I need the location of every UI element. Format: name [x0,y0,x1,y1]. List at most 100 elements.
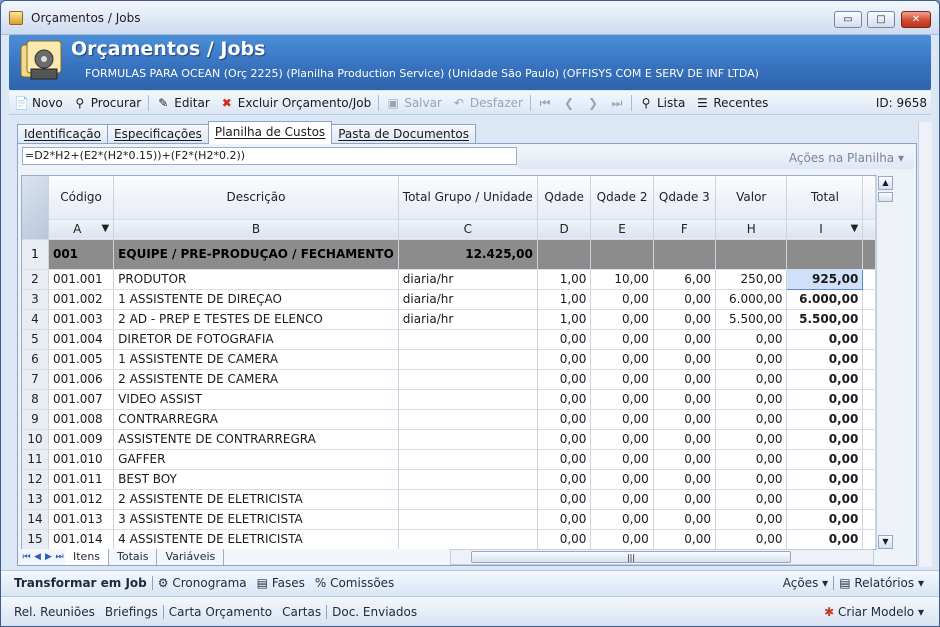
cell-unidade[interactable] [398,349,538,370]
cell-qdade[interactable]: 0,00 [537,349,592,370]
row-number[interactable]: 10 [22,429,49,450]
cell-empty[interactable] [862,429,876,450]
col-letter-d[interactable]: D [537,219,592,240]
cell-total[interactable]: 0,00 [786,469,864,490]
cell-codigo[interactable]: 001.013 [48,509,115,530]
recentes-button[interactable]: ☰ Recentes [690,92,773,114]
cell-descricao[interactable]: CONTRARREGRA [113,409,399,430]
cell-codigo[interactable]: 001 [48,239,115,270]
cell-descricao[interactable]: 2 AD - PREP E TESTES DE ELENCO [113,309,399,330]
row-number[interactable]: 15 [22,529,49,549]
col-letter-e[interactable]: E [590,219,654,240]
col-header-qdade3[interactable]: Qdade 3 [653,176,717,220]
table-row[interactable]: 13 001.012 2 ASSISTENTE DE ELETRICISTA 0,00… [22,489,876,510]
cell-unidade[interactable] [398,409,538,430]
cell-qdade2[interactable]: 10,00 [590,269,654,290]
cell-empty[interactable] [862,389,876,410]
cronograma-link[interactable]: ⚙ Cronograma [153,576,252,590]
cell-total-grupo[interactable]: 12.425,00 [398,239,538,270]
novo-button[interactable]: 📄 Novo [9,92,68,114]
cell-qdade2[interactable]: 0,00 [590,469,654,490]
cell-qdade[interactable]: 0,00 [537,329,592,350]
cartas-link[interactable]: Cartas [277,605,326,619]
cell-qdade3[interactable]: 0,00 [653,489,717,510]
col-letter-b[interactable]: B [113,219,399,240]
table-row[interactable]: 6 001.005 1 ASSISTENTE DE CAMERA 0,00 0,00 0,… [22,349,876,370]
cell-empty[interactable] [537,239,592,270]
row-number[interactable]: 11 [22,449,49,470]
first-record-button[interactable]: ⏮ [533,92,557,114]
tab-planilha-de-custos[interactable]: Planilha de Custos [207,121,333,144]
table-row[interactable]: 11 001.010 GAFFER 0,00 0,00 0,00 0,00 0,00 [22,449,876,470]
last-record-button[interactable]: ⏭ [605,92,629,114]
cell-qdade2[interactable]: 0,00 [590,389,654,410]
cell-qdade3[interactable]: 0,00 [653,469,717,490]
row-number[interactable]: 9 [22,409,49,430]
carta-orcamento-link[interactable]: Carta Orçamento [164,605,277,619]
cell-empty[interactable] [862,529,876,549]
cell-qdade3[interactable]: 0,00 [653,289,717,310]
cell-qdade3[interactable]: 0,00 [653,329,717,350]
cell-unidade[interactable] [398,329,538,350]
cell-empty[interactable] [862,409,876,430]
table-row[interactable]: 2 001.001 PRODUTOR diaria/hr 1,00 10,00 6,00 25… [22,268,876,290]
procurar-button[interactable]: ⚲ Procurar [68,92,146,114]
cell-qdade[interactable]: 0,00 [537,469,592,490]
desfazer-button[interactable]: ↶ Desfazer [447,92,528,114]
formula-bar[interactable]: =D2*H2+(E2*(H2*0.15))+(F2*(H2*0.2)) [22,147,517,165]
cell-qdade2[interactable]: 0,00 [590,309,654,330]
cell-valor[interactable]: 0,00 [715,369,788,390]
cell-codigo[interactable]: 001.008 [48,409,115,430]
row-number[interactable]: 1 [22,239,49,270]
row-number[interactable]: 4 [22,309,49,330]
cell-total[interactable]: 6.000,00 [786,289,864,310]
table-row[interactable]: 10 001.009 ASSISTENTE DE CONTRARREGRA 0,00 0… [22,429,876,450]
cell-total[interactable]: 0,00 [786,369,864,390]
cell-empty[interactable] [786,239,864,270]
scroll-down-icon[interactable]: ▼ [878,535,893,549]
col-header-total-grupo[interactable]: Total Grupo / Unidade [398,176,538,220]
cell-qdade[interactable]: 0,00 [537,449,592,470]
table-row[interactable]: 3 001.002 1 ASSISTENTE DE DIREÇAO diaria/hr… [22,289,876,310]
cell-unidade[interactable] [398,449,538,470]
sheet-tab-totais[interactable]: Totais [109,549,158,565]
cell-codigo[interactable]: 001.010 [48,449,115,470]
cell-qdade2[interactable]: 0,00 [590,529,654,549]
fases-link[interactable]: ▤ Fases [252,576,310,590]
spreadsheet-grid[interactable]: Código Descrição Total Grupo / Unidade Q… [21,175,877,550]
briefings-link[interactable]: Briefings [100,605,163,619]
cell-unidade[interactable] [398,469,538,490]
cell-qdade[interactable]: 1,00 [537,289,592,310]
cell-descricao[interactable]: 1 ASSISTENTE DE CAMERA [113,349,399,370]
cell-total[interactable]: 0,00 [786,449,864,470]
tab-pasta-de-documentos[interactable]: Pasta de Documentos [331,124,476,144]
cell-qdade2[interactable]: 0,00 [590,329,654,350]
cell-total[interactable]: 0,00 [786,429,864,450]
table-row[interactable]: 15 001.014 4 ASSISTENTE DE ELETRICISTA 0,00… [22,529,876,549]
cell-descricao[interactable]: VIDEO ASSIST [113,389,399,410]
hscroll-thumb[interactable]: ||| [471,551,791,563]
cell-empty[interactable] [862,309,876,330]
last-sheet-icon[interactable]: ⏭ [54,552,65,562]
cell-codigo[interactable]: 001.014 [48,529,115,549]
col-letter-f[interactable]: F [653,219,717,240]
transformar-em-job-link[interactable]: Transformar em Job [9,576,152,590]
cell-total[interactable]: 0,00 [786,329,864,350]
cell-descricao[interactable]: DIRETOR DE FOTOGRAFIA [113,329,399,350]
row-number[interactable]: 5 [22,329,49,350]
cell-total[interactable]: 0,00 [786,489,864,510]
cell-qdade[interactable]: 0,00 [537,369,592,390]
cell-unidade[interactable]: diaria/hr [398,289,538,310]
cell-descricao[interactable]: EQUIPE / PRE-PRODUÇAO / FECHAMENTO [113,239,399,270]
cell-unidade[interactable] [398,489,538,510]
cell-qdade[interactable]: 0,00 [537,389,592,410]
col-letter-a[interactable]: A ▼ [48,219,115,240]
cell-empty[interactable] [715,239,788,270]
cell-qdade3[interactable]: 6,00 [653,269,717,290]
next-record-button[interactable]: ❯ [581,92,605,114]
cell-qdade3[interactable]: 0,00 [653,309,717,330]
filter-icon[interactable]: ▼ [851,223,859,234]
cell-qdade2[interactable]: 0,00 [590,349,654,370]
cell-unidade[interactable] [398,529,538,549]
vertical-scrollbar[interactable]: ▲ ▼ [876,175,893,550]
